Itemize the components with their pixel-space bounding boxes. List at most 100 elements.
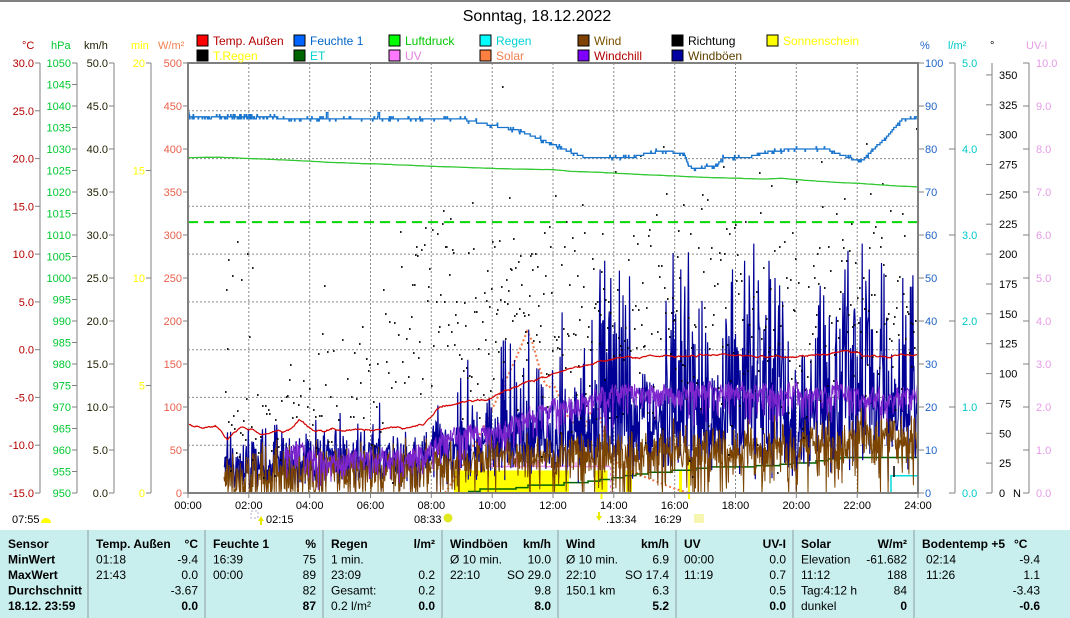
svg-text:MinWert: MinWert: [8, 553, 55, 567]
svg-text:1010: 1010: [47, 230, 71, 242]
svg-text:0.0: 0.0: [1036, 488, 1051, 500]
svg-text:04:00: 04:00: [296, 500, 324, 512]
svg-text:14:00: 14:00: [600, 500, 628, 512]
svg-text:0.7: 0.7: [769, 568, 786, 582]
svg-text:20.0: 20.0: [13, 154, 34, 166]
svg-text:24:00: 24:00: [904, 500, 932, 512]
svg-text:0.2: 0.2: [418, 584, 435, 598]
svg-text:1025: 1025: [47, 166, 71, 178]
svg-text:22:10: 22:10: [450, 568, 480, 582]
svg-text:5.2: 5.2: [652, 599, 669, 613]
svg-text:5.0: 5.0: [1036, 273, 1051, 285]
svg-text:10.0: 10.0: [13, 249, 34, 261]
svg-text:70: 70: [925, 187, 937, 199]
svg-text:995: 995: [53, 295, 71, 307]
svg-text:0: 0: [900, 599, 907, 613]
svg-text:hPa: hPa: [51, 40, 71, 52]
svg-text:1 min.: 1 min.: [331, 553, 364, 567]
svg-text:1030: 1030: [47, 144, 71, 156]
svg-text:SO 17.4: SO 17.4: [625, 568, 669, 582]
svg-text:SO 29.0: SO 29.0: [507, 568, 551, 582]
svg-text:-3.43: -3.43: [1013, 584, 1041, 598]
svg-text:UV: UV: [684, 537, 701, 551]
svg-text:350: 350: [999, 70, 1017, 82]
svg-text:Feuchte 1: Feuchte 1: [310, 34, 364, 48]
svg-text:18:00: 18:00: [722, 500, 750, 512]
svg-text:UV-I: UV-I: [1026, 40, 1047, 52]
svg-text:965: 965: [53, 424, 71, 436]
svg-text:02:15: 02:15: [266, 514, 294, 526]
svg-text:10.0: 10.0: [528, 553, 552, 567]
svg-text:0.0: 0.0: [962, 488, 977, 500]
svg-text:1045: 1045: [47, 80, 71, 92]
svg-text:985: 985: [53, 338, 71, 350]
svg-text:1040: 1040: [47, 101, 71, 113]
svg-text:-9.4: -9.4: [177, 553, 198, 567]
svg-text:Solar: Solar: [801, 537, 831, 551]
svg-text:5: 5: [139, 381, 145, 393]
svg-text:-15.0: -15.0: [9, 488, 34, 500]
svg-text:km/h: km/h: [523, 537, 551, 551]
svg-text:1000: 1000: [47, 273, 71, 285]
svg-text:45.0: 45.0: [87, 101, 108, 113]
svg-text:6.9: 6.9: [652, 553, 669, 567]
svg-text:0.5: 0.5: [769, 584, 786, 598]
svg-text:300: 300: [164, 230, 182, 242]
svg-text:0.0: 0.0: [418, 599, 435, 613]
svg-text:84: 84: [894, 584, 908, 598]
svg-text:0: 0: [139, 488, 145, 500]
svg-text:0: 0: [176, 488, 182, 500]
svg-text:Windböen: Windböen: [450, 537, 508, 551]
svg-text:325: 325: [999, 100, 1017, 112]
svg-text:Elevation: Elevation: [801, 553, 850, 567]
svg-text:-10.0: -10.0: [9, 440, 34, 452]
svg-text:9.0: 9.0: [1036, 101, 1051, 113]
svg-text:20.0: 20.0: [87, 316, 108, 328]
svg-text:2.0: 2.0: [1036, 402, 1051, 414]
svg-text:22:10: 22:10: [566, 568, 596, 582]
svg-text:20:00: 20:00: [783, 500, 811, 512]
svg-text:5.0: 5.0: [962, 58, 977, 70]
svg-text:0.0: 0.0: [19, 345, 34, 357]
svg-text:km/h: km/h: [641, 537, 669, 551]
svg-text:150: 150: [999, 309, 1017, 321]
svg-text:60: 60: [925, 230, 937, 242]
svg-text:Feuchte 1: Feuchte 1: [213, 537, 269, 551]
svg-text:100: 100: [164, 402, 182, 414]
svg-text:°C: °C: [22, 40, 34, 52]
svg-text:°C: °C: [185, 537, 199, 551]
svg-text:89: 89: [303, 568, 317, 582]
svg-text:°: °: [990, 40, 994, 52]
svg-text:75: 75: [303, 553, 317, 567]
svg-text:30.0: 30.0: [87, 230, 108, 242]
svg-text:ET: ET: [310, 49, 326, 63]
svg-text:18.12. 23:59: 18.12. 23:59: [8, 599, 76, 613]
svg-text:200: 200: [164, 316, 182, 328]
svg-text:Regen: Regen: [331, 537, 368, 551]
svg-text:10.0: 10.0: [1036, 58, 1057, 70]
svg-text:9.8: 9.8: [534, 584, 551, 598]
svg-text:Tag:4:12 h: Tag:4:12 h: [801, 584, 857, 598]
svg-text:0: 0: [999, 488, 1005, 500]
svg-text:975: 975: [53, 381, 71, 393]
svg-text:25: 25: [999, 458, 1011, 470]
svg-text:16:00: 16:00: [661, 500, 689, 512]
svg-text:Ø 10 min.: Ø 10 min.: [450, 553, 502, 567]
svg-text:Gesamt:: Gesamt:: [331, 584, 376, 598]
svg-text:11:26: 11:26: [926, 568, 955, 582]
svg-text:Wind: Wind: [566, 537, 595, 551]
svg-text:01:18: 01:18: [96, 553, 126, 567]
svg-text:-9.4: -9.4: [1019, 553, 1040, 567]
svg-text:150.1 km: 150.1 km: [566, 584, 615, 598]
svg-text:07:55: 07:55: [12, 514, 40, 526]
svg-text:00:00: 00:00: [213, 568, 243, 582]
svg-text:400: 400: [164, 144, 182, 156]
svg-text:UV-I: UV-I: [763, 537, 786, 551]
svg-text:Regen: Regen: [496, 34, 531, 48]
svg-text:0.0: 0.0: [769, 599, 786, 613]
svg-text:23:09: 23:09: [331, 568, 361, 582]
svg-text:4.0: 4.0: [962, 144, 977, 156]
svg-text:50: 50: [925, 273, 937, 285]
svg-text:3.0: 3.0: [962, 230, 977, 242]
svg-text:11:19: 11:19: [684, 568, 713, 582]
